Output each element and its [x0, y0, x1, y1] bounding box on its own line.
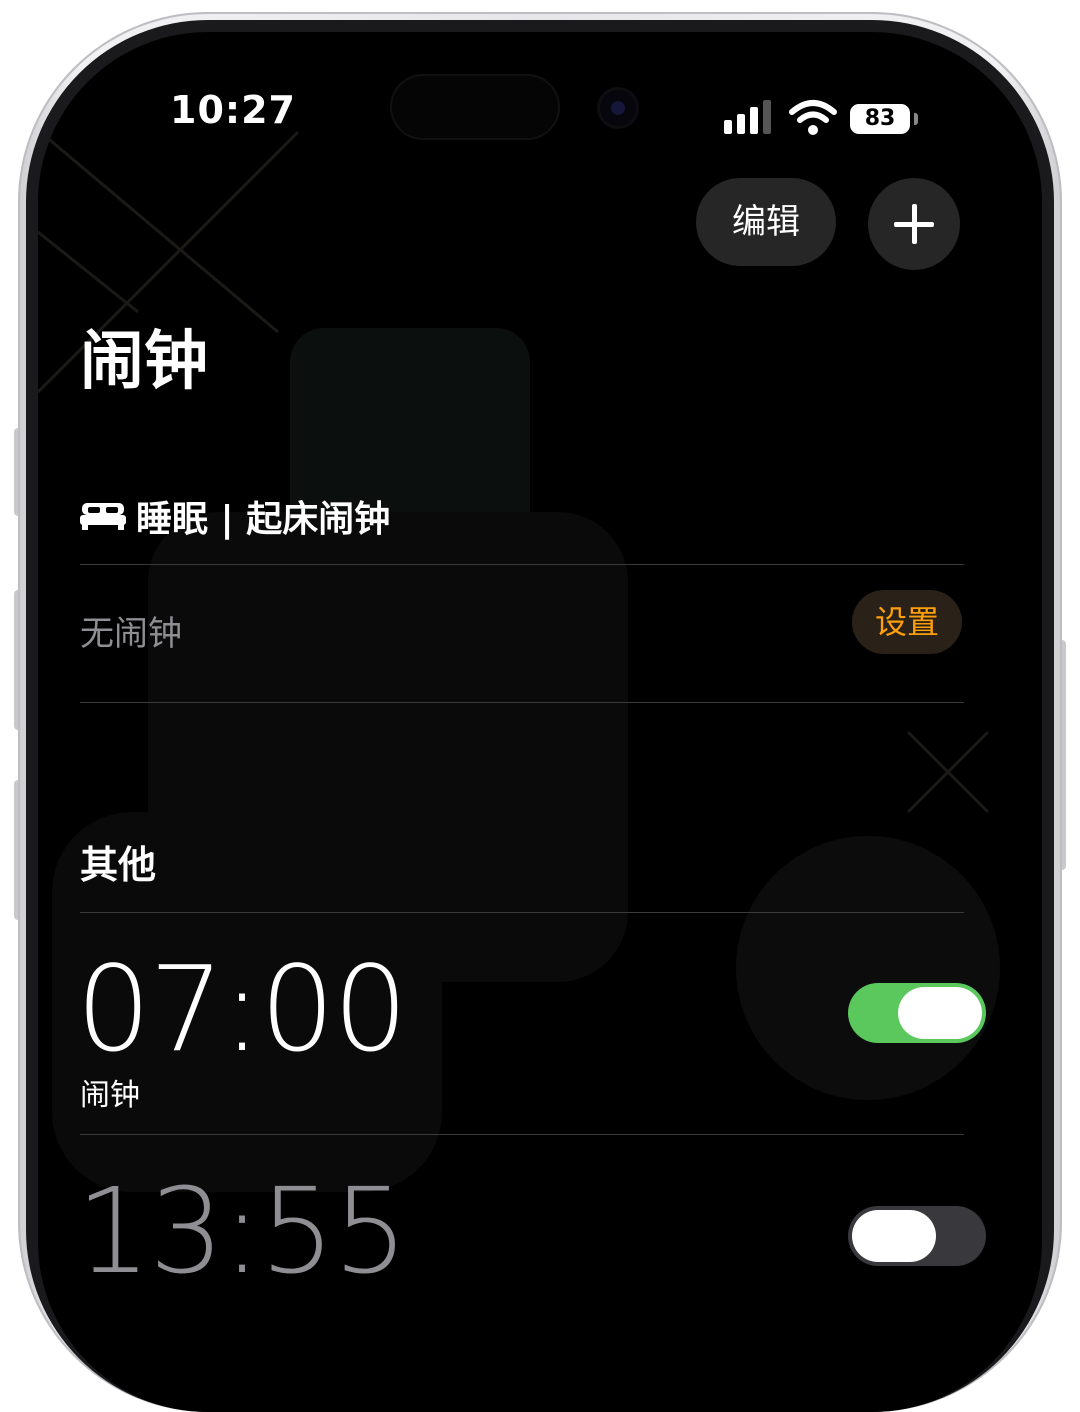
- edit-button[interactable]: 编辑: [696, 178, 836, 266]
- other-section-title: 其他: [80, 843, 157, 887]
- toggle-knob: [898, 987, 982, 1039]
- alarm-label: 闹钟: [80, 1078, 140, 1113]
- divider: [80, 912, 964, 913]
- status-time: 10:27: [170, 88, 296, 132]
- toggle-knob: [852, 1210, 936, 1262]
- front-camera: [600, 90, 636, 126]
- alarm-time[interactable]: 07:00: [76, 940, 408, 1078]
- battery-tip: [914, 113, 918, 125]
- battery-icon: 83: [850, 104, 910, 134]
- page-title: 闹钟: [80, 325, 208, 399]
- divider: [80, 702, 964, 703]
- sleep-section-title: 睡眠 | 起床闹钟: [136, 499, 391, 540]
- bed-icon: [80, 503, 126, 530]
- cellular-signal-icon: [724, 100, 771, 134]
- divider: [80, 1134, 964, 1135]
- alarm-toggle-off[interactable]: [848, 1206, 986, 1266]
- divider: [80, 564, 964, 565]
- no-alarm-text: 无闹钟: [80, 614, 182, 654]
- plus-icon[interactable]: [868, 178, 960, 270]
- sleep-section-header: 睡眠 | 起床闹钟: [80, 490, 390, 542]
- wifi-icon: [789, 100, 837, 135]
- set-sleep-alarm-button[interactable]: 设置: [852, 590, 962, 654]
- alarm-time[interactable]: 13:55: [76, 1162, 408, 1300]
- dynamic-island: [390, 74, 560, 140]
- alarm-toggle-on[interactable]: [848, 983, 986, 1043]
